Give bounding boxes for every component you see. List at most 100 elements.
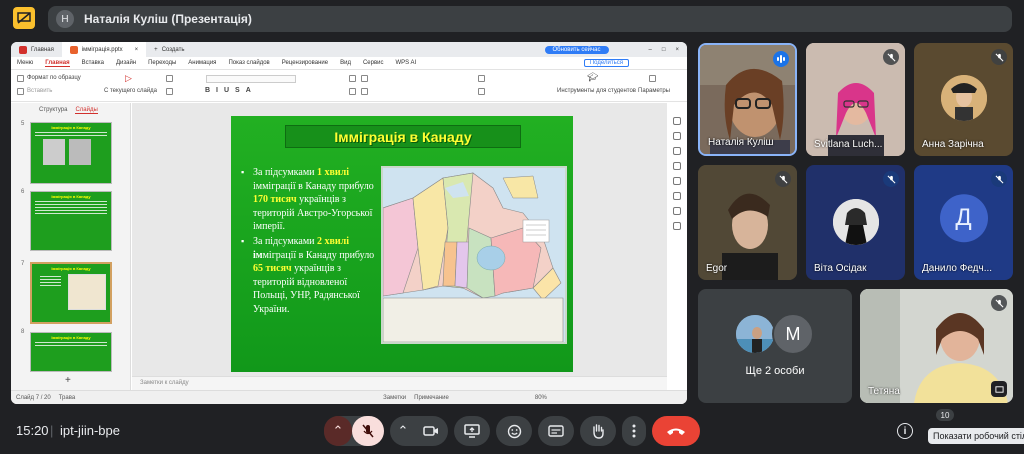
font-family-select[interactable]: [206, 75, 296, 83]
maximize-icon[interactable]: □: [662, 47, 666, 53]
more-options-button[interactable]: [622, 416, 646, 446]
camera-toggle-button[interactable]: [416, 416, 446, 446]
parameters-icon[interactable]: [649, 75, 656, 82]
participant-tile[interactable]: Анна Зарічна: [914, 43, 1013, 156]
tool-icon[interactable]: [673, 177, 681, 185]
tab-slides[interactable]: Слайды: [75, 107, 98, 114]
slide-thumbnail[interactable]: Імміграція в Канаду: [30, 122, 112, 184]
participant-tile[interactable]: Д Данило Федч...: [914, 165, 1013, 280]
show-desktop-tooltip: Показати робочий стіл: [928, 428, 1024, 444]
participant-avatar: M: [772, 313, 814, 355]
menu-slideshow[interactable]: Показ слайдов: [228, 60, 269, 66]
participant-tile[interactable]: Віта Осідак: [806, 165, 905, 280]
present-button[interactable]: [454, 416, 490, 446]
slide-number: 7: [21, 261, 25, 267]
participant-tile[interactable]: Тетяна: [860, 289, 1013, 403]
tab-new[interactable]: + Создать: [146, 42, 192, 57]
align-center-icon[interactable]: [361, 88, 368, 95]
minimize-icon[interactable]: –: [649, 47, 652, 53]
tool-icon[interactable]: [673, 222, 681, 230]
update-now-button[interactable]: Обновить сейчас: [544, 45, 609, 54]
hand-icon: [593, 424, 604, 439]
app-tabbar: Главная імміграція.pptx × + Создать Обно…: [11, 42, 687, 57]
thumb-text-line: [35, 135, 107, 136]
menu-review[interactable]: Рецензирование: [282, 60, 328, 66]
captions-button[interactable]: [538, 416, 574, 446]
chevron-up-icon[interactable]: ⌃: [324, 416, 352, 446]
share-button[interactable]: Поделиться: [583, 59, 629, 67]
notes-toggle[interactable]: Заметки: [383, 395, 406, 401]
bottom-bar: 15:20 | ipt-jiin-bpe ⌃ ⌃ i: [0, 410, 1024, 454]
highlight: ім: [253, 249, 263, 261]
slide-notes-field[interactable]: Заметки к слайду: [132, 376, 667, 390]
participant-tile-speaking[interactable]: Наталія Куліш: [698, 43, 797, 156]
menu-wps-ai[interactable]: WPS AI: [396, 60, 417, 66]
text: За підсумками: [253, 167, 317, 178]
tool-icon[interactable]: [673, 117, 681, 125]
slide-thumbnail[interactable]: Імміграція в Канаду: [30, 332, 112, 372]
menu-home[interactable]: Главная: [45, 60, 70, 67]
shape-icon[interactable]: [478, 75, 485, 82]
slide-number: 8: [21, 329, 25, 335]
slide-thumbnail[interactable]: Імміграція в Канаду: [30, 191, 112, 251]
present-screen-icon: [464, 424, 480, 438]
current-slide[interactable]: Імміграція в Канаду За підсумками 1 хвил…: [231, 116, 573, 372]
participant-tile[interactable]: Svitlana Luch...: [806, 43, 905, 156]
participant-name: Egor: [706, 263, 728, 274]
participant-tile[interactable]: Egor: [698, 165, 797, 280]
layout-icon[interactable]: [166, 75, 173, 82]
raise-hand-button[interactable]: [580, 416, 616, 446]
bullet-first-wave: За підсумками 1 хвилі імміграції в Канад…: [241, 166, 381, 234]
play-icon[interactable]: ▷: [125, 73, 132, 84]
close-icon[interactable]: ×: [135, 47, 139, 53]
presenter-banner: Н Наталія Куліш (Презентація): [48, 6, 1012, 32]
tool-icon[interactable]: [673, 162, 681, 170]
participant-name: Данило Федч...: [922, 263, 993, 274]
pin-icon[interactable]: [991, 381, 1007, 397]
graduation-cap-icon[interactable]: 🎓︎: [587, 72, 598, 83]
tool-icon[interactable]: [673, 192, 681, 200]
paste-button[interactable]: Вставить: [27, 88, 52, 94]
tab-structure[interactable]: Структура: [39, 107, 67, 113]
menu-tools[interactable]: Сервис: [363, 60, 384, 66]
menu-animation[interactable]: Анимация: [188, 60, 216, 66]
menu-main[interactable]: Меню: [17, 60, 33, 66]
numbering-icon[interactable]: [361, 75, 368, 82]
participant-count-badge: 10: [936, 409, 954, 421]
tab-document[interactable]: імміграція.pptx ×: [61, 42, 147, 57]
chevron-up-icon[interactable]: ⌃: [392, 416, 414, 446]
end-call-button[interactable]: [652, 416, 700, 446]
format-painter-button[interactable]: Формат по образцу: [27, 75, 81, 81]
parameters-button[interactable]: Параметры: [638, 88, 670, 94]
menu-view[interactable]: Вид: [340, 60, 351, 66]
tab-home[interactable]: Главная: [11, 42, 62, 57]
participant-avatar: Д: [939, 193, 988, 242]
tool-icon[interactable]: [673, 132, 681, 140]
paste-icon[interactable]: [17, 88, 24, 95]
tool-icon[interactable]: [673, 207, 681, 215]
thumb-text-line: [35, 210, 107, 211]
more-participants-tile[interactable]: M Ще 2 особи: [698, 289, 852, 403]
menu-insert[interactable]: Вставка: [82, 60, 104, 66]
tool-icon[interactable]: [673, 147, 681, 155]
format-painter-icon[interactable]: [17, 75, 24, 82]
info-icon[interactable]: i: [897, 423, 913, 439]
section-icon[interactable]: [166, 88, 173, 95]
emoji-button[interactable]: [496, 416, 532, 446]
align-left-icon[interactable]: [349, 88, 356, 95]
student-tools-button[interactable]: Инструменты для студентов: [557, 88, 636, 94]
menu-design[interactable]: Дизайн: [116, 60, 136, 66]
close-window-icon[interactable]: ×: [675, 47, 679, 53]
presentation-icon[interactable]: [13, 7, 35, 29]
comment-toggle[interactable]: Примечание: [414, 395, 449, 401]
menu-transitions[interactable]: Переходы: [148, 60, 176, 66]
add-slide-icon[interactable]: +: [65, 375, 71, 386]
bullets-icon[interactable]: [349, 75, 356, 82]
from-current-slide-button[interactable]: С текущего слайда: [104, 88, 157, 94]
text-format-buttons[interactable]: BIUSA: [205, 87, 257, 94]
mic-toggle-button[interactable]: [352, 416, 384, 446]
arrange-icon[interactable]: [478, 88, 485, 95]
zoom-level[interactable]: 80%: [535, 395, 547, 401]
captions-icon: [548, 425, 564, 437]
slide-thumbnail-selected[interactable]: Імміграція в Канаду: [30, 262, 112, 324]
